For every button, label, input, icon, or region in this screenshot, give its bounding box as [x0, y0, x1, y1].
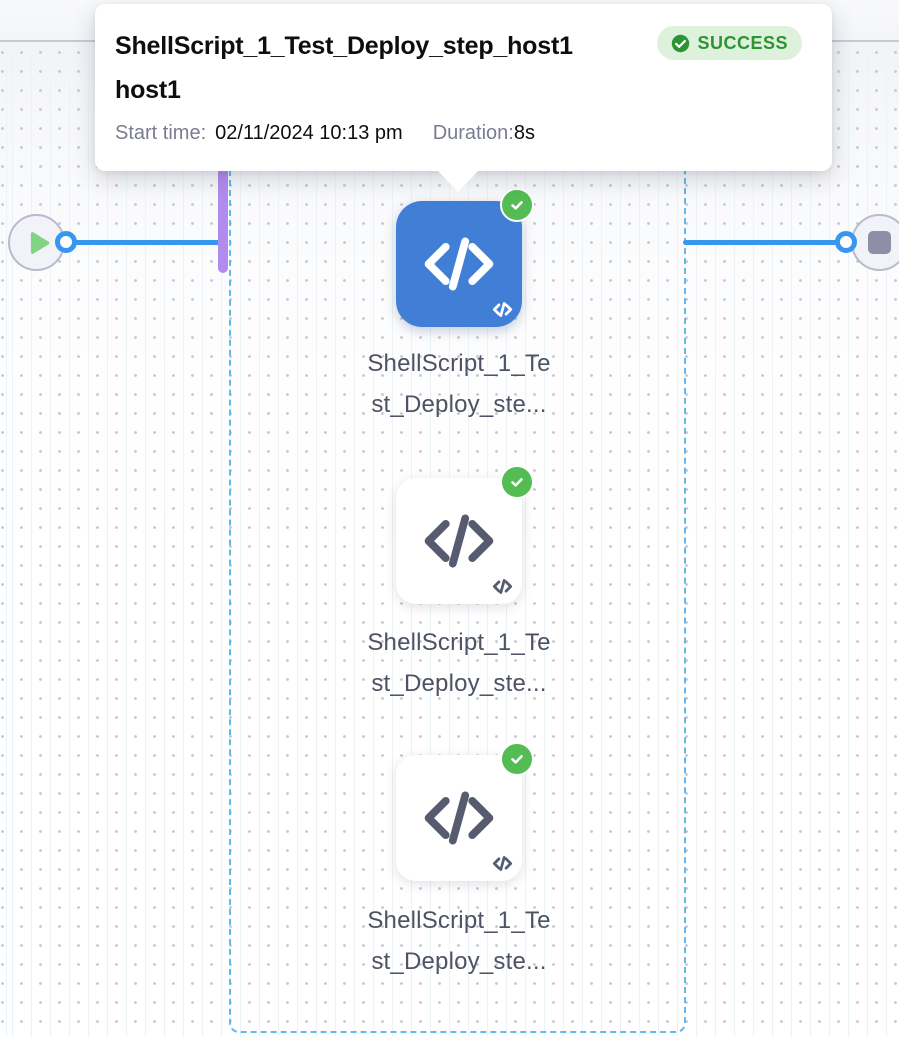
step-label-1[interactable]: ShellScript_1_Te st_Deploy_ste... [327, 343, 591, 425]
step-label-3[interactable]: ShellScript_1_Te st_Deploy_ste... [327, 900, 591, 982]
check-circle-icon [500, 742, 534, 776]
step-node-3[interactable] [396, 755, 522, 881]
check-circle-icon [671, 34, 690, 53]
start-time-value: 02/11/2024 10:13 pm [215, 122, 403, 145]
code-icon [420, 502, 498, 580]
link-port-left [55, 231, 77, 253]
connector-stage-to-end [683, 240, 846, 245]
play-icon [26, 230, 52, 256]
duration-label: Duration: [433, 122, 514, 145]
code-icon [420, 225, 498, 303]
link-port-right [835, 231, 857, 253]
pipeline-execution-view: ShellScript_1_Te st_Deploy_ste... ShellS… [0, 0, 899, 1037]
code-icon-small [492, 853, 513, 874]
code-icon [420, 779, 498, 857]
start-time-label: Start time: [115, 122, 206, 145]
status-badge-label: SUCCESS [697, 33, 788, 54]
stop-square-icon [868, 231, 891, 254]
purple-indicator-bar [218, 167, 228, 273]
connector-start-to-stage [66, 240, 223, 245]
step-tooltip: ShellScript_1_Test_Deploy_step_host1 hos… [95, 4, 832, 171]
check-circle-icon [500, 188, 534, 222]
tooltip-meta: Start time: 02/11/2024 10:13 pm Duration… [115, 122, 802, 145]
tooltip-caret [437, 170, 479, 192]
duration-value: 8s [514, 122, 535, 145]
check-circle-icon [500, 465, 534, 499]
status-badge: SUCCESS [657, 26, 802, 60]
step-node-2[interactable] [396, 478, 522, 604]
end-node[interactable] [851, 214, 899, 271]
tooltip-title: ShellScript_1_Test_Deploy_step_host1 hos… [115, 24, 573, 112]
code-icon-small [492, 576, 513, 597]
code-icon-small [492, 299, 513, 320]
step-label-2[interactable]: ShellScript_1_Te st_Deploy_ste... [327, 622, 591, 704]
step-node-1[interactable] [396, 201, 522, 327]
